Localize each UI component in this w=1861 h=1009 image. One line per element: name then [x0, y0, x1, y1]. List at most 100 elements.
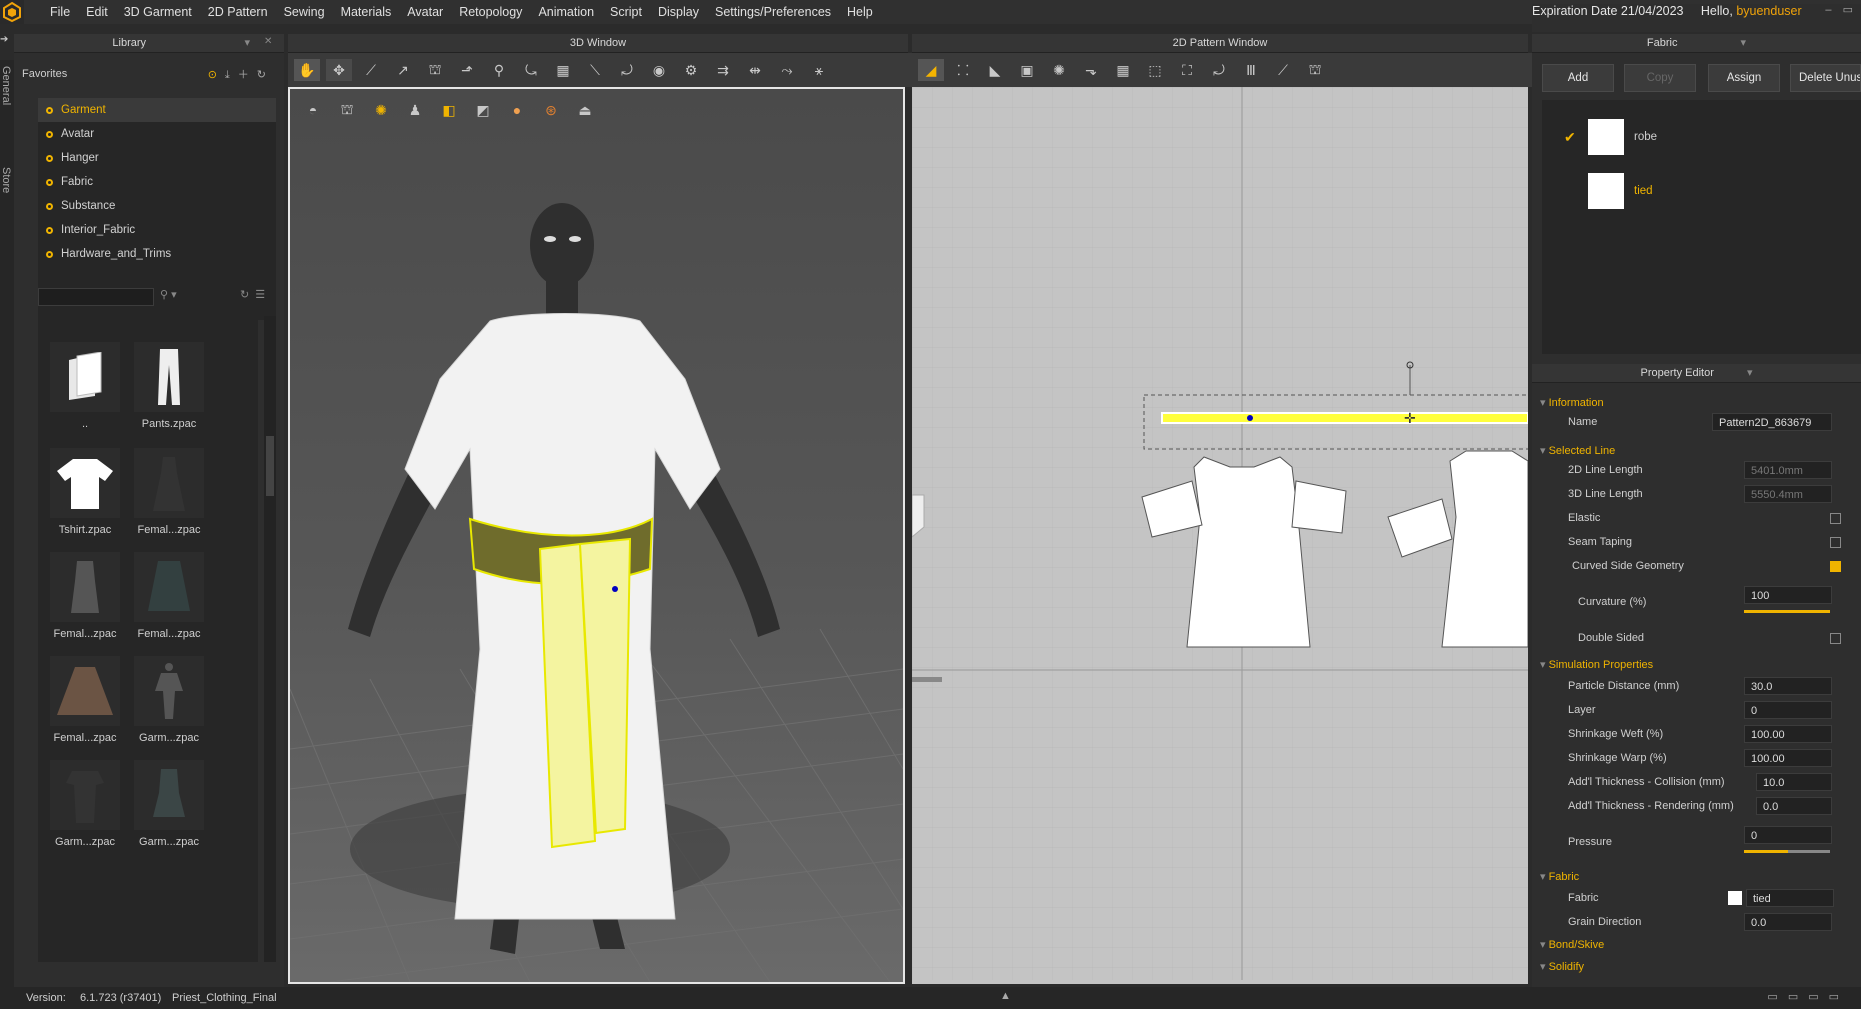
thumb-female-3[interactable]: Femal...zpac [122, 552, 216, 640]
library-scrollbar[interactable] [264, 316, 276, 962]
curvature-slider[interactable] [1744, 610, 1830, 613]
sew-tool-icon[interactable]: ⤾ [614, 59, 640, 81]
thumb-garment-2[interactable]: Garm...zpac [38, 760, 132, 848]
favorites-tools-icons[interactable]: ⊙⤓＋↻ [208, 66, 274, 82]
menu-materials[interactable]: Materials [333, 5, 400, 19]
fav-avatar[interactable]: Avatar [38, 122, 276, 146]
pose-tool-icon[interactable]: ⚹ [806, 59, 832, 81]
scroll-thumb[interactable] [266, 436, 274, 496]
menu-2d-pattern[interactable]: 2D Pattern [200, 5, 276, 19]
menu-sewing[interactable]: Sewing [276, 5, 333, 19]
window-controls[interactable]: – ▭ [1825, 3, 1857, 16]
trace-tool-icon[interactable]: ⬚ [1142, 59, 1168, 81]
thumb-female-4[interactable]: Femal...zpac [38, 656, 132, 744]
section-bond[interactable]: Bond/Skive [1540, 938, 1605, 951]
menu-display[interactable]: Display [650, 5, 707, 19]
menu-edit[interactable]: Edit [78, 5, 116, 19]
fav-hardware[interactable]: Hardware_and_Trims [38, 242, 276, 266]
section-information[interactable]: Information [1540, 396, 1604, 409]
elastic-checkbox[interactable] [1830, 512, 1841, 524]
add-fabric-button[interactable]: Add [1542, 64, 1614, 92]
thumb-parent[interactable]: .. [38, 342, 132, 430]
warp-input[interactable]: 100.00 [1744, 749, 1832, 767]
menu-3d-garment[interactable]: 3D Garment [116, 5, 200, 19]
measure-tool-icon[interactable]: ⟍ [582, 59, 608, 81]
fav-garment[interactable]: Garment [38, 98, 276, 122]
double-sided-checkbox[interactable] [1830, 632, 1841, 644]
assign-fabric-button[interactable]: Assign [1708, 64, 1780, 92]
menu-retopology[interactable]: Retopology [451, 5, 530, 19]
pressure-input[interactable]: 0 [1744, 826, 1832, 844]
view-toggle-icons[interactable]: ↻☰ [240, 288, 271, 301]
thumb-pants[interactable]: Pants.zpac [122, 342, 216, 430]
thumb-female-2[interactable]: Femal...zpac [38, 552, 132, 640]
polygon-tool-icon[interactable]: ◣ [982, 59, 1008, 81]
fav-hanger[interactable]: Hanger [38, 146, 276, 170]
shirt-2d-icon[interactable]: ⛫ [1302, 59, 1328, 81]
fav-interior-fabric[interactable]: Interior_Fabric [38, 218, 276, 242]
grid-tool-icon[interactable]: ▦ [550, 59, 576, 81]
section-selected-line[interactable]: Selected Line [1540, 444, 1616, 457]
move-tool-icon[interactable]: ✥ [326, 59, 352, 81]
tab-general[interactable]: General [0, 60, 12, 111]
search-icon[interactable]: ⚲ ▾ [160, 288, 177, 301]
tab-store[interactable]: Store [0, 161, 12, 199]
library-search-input[interactable] [38, 288, 154, 306]
collision-input[interactable]: 10.0 [1756, 773, 1832, 791]
particle-input[interactable]: 30.0 [1744, 677, 1832, 695]
seam-tool-icon[interactable]: ⤾ [1206, 59, 1232, 81]
thumb-garment-1[interactable]: Garm...zpac [122, 656, 216, 744]
garment-tool-icon[interactable]: ⛫ [422, 59, 448, 81]
curvature-input[interactable]: 100 [1744, 586, 1832, 604]
tack-tool-icon[interactable]: ⬏ [454, 59, 480, 81]
fold-tool-icon[interactable]: ⤿ [518, 59, 544, 81]
dart-tool-icon[interactable]: ⬎ [1078, 59, 1104, 81]
section-fabric[interactable]: Fabric [1540, 870, 1580, 883]
fabric-item-robe[interactable]: ✔ robe [1542, 112, 1861, 162]
pressure-slider[interactable] [1744, 850, 1830, 853]
viewport-2d[interactable]: ✛ [912, 87, 1528, 984]
section-simulation[interactable]: Simulation Properties [1540, 658, 1654, 671]
layer-input[interactable]: 0 [1744, 701, 1832, 719]
zipper-tool-icon[interactable]: ⚙ [678, 59, 704, 81]
curved-checkbox[interactable] [1830, 560, 1841, 572]
layout-icons[interactable]: ▭▭▭▭ [1767, 990, 1849, 1003]
measure-2d-icon[interactable]: ⟋ [1270, 59, 1296, 81]
rectangle-tool-icon[interactable]: ▣ [1014, 59, 1040, 81]
menu-help[interactable]: Help [839, 5, 881, 19]
pleat-tool-icon[interactable]: Ⅲ [1238, 59, 1264, 81]
rendering-input[interactable]: 0.0 [1756, 797, 1832, 815]
collapse-arrow-icon[interactable]: ➔ [0, 34, 14, 52]
section-solidify[interactable]: Solidify [1540, 960, 1584, 973]
menu-animation[interactable]: Animation [530, 5, 602, 19]
thumb-tshirt[interactable]: Tshirt.zpac [38, 448, 132, 536]
button-tool-icon[interactable]: ◉ [646, 59, 672, 81]
thumb-female-1[interactable]: Femal...zpac [122, 448, 216, 536]
fav-fabric[interactable]: Fabric [38, 170, 276, 194]
menu-script[interactable]: Script [602, 5, 650, 19]
edit-point-2d-icon[interactable]: ⸬ [950, 59, 976, 81]
expand-up-icon[interactable]: ▲ [1000, 990, 1011, 1002]
name-input[interactable]: Pattern2D_863679 [1712, 413, 1832, 431]
edit-point-icon[interactable]: ↗ [390, 59, 416, 81]
fabric-item-tied[interactable]: tied [1542, 166, 1861, 216]
notch-tool-icon[interactable]: ⛶ [1174, 59, 1200, 81]
viewport-3d[interactable]: ◓ ⛫ ✺ ♟ ◧ ◩ ● ⊛ ⏏ [288, 87, 905, 984]
app-logo-icon[interactable] [0, 0, 24, 24]
copy-fabric-button[interactable]: Copy [1624, 64, 1696, 92]
weft-input[interactable]: 100.00 [1744, 725, 1832, 743]
pin-tool-icon[interactable]: ⚲ [486, 59, 512, 81]
thumb-garment-3[interactable]: Garm...zpac [122, 760, 216, 848]
internal-shape-icon[interactable]: ✺ [1046, 59, 1072, 81]
delete-unused-button[interactable]: Delete Unus [1790, 64, 1861, 92]
edit-curve-icon[interactable]: ⟋ [358, 59, 384, 81]
hand-tool-icon[interactable]: ✋ [294, 59, 320, 81]
panel-close-icon[interactable]: ✕ [264, 36, 272, 47]
grid-2d-icon[interactable]: ▦ [1110, 59, 1136, 81]
fav-substance[interactable]: Substance [38, 194, 276, 218]
menu-settings[interactable]: Settings/Preferences [707, 5, 839, 19]
menu-file[interactable]: File [42, 5, 78, 19]
transform-pattern-icon[interactable]: ◢ [918, 59, 944, 81]
seam-taping-checkbox[interactable] [1830, 536, 1841, 548]
menu-avatar[interactable]: Avatar [399, 5, 451, 19]
